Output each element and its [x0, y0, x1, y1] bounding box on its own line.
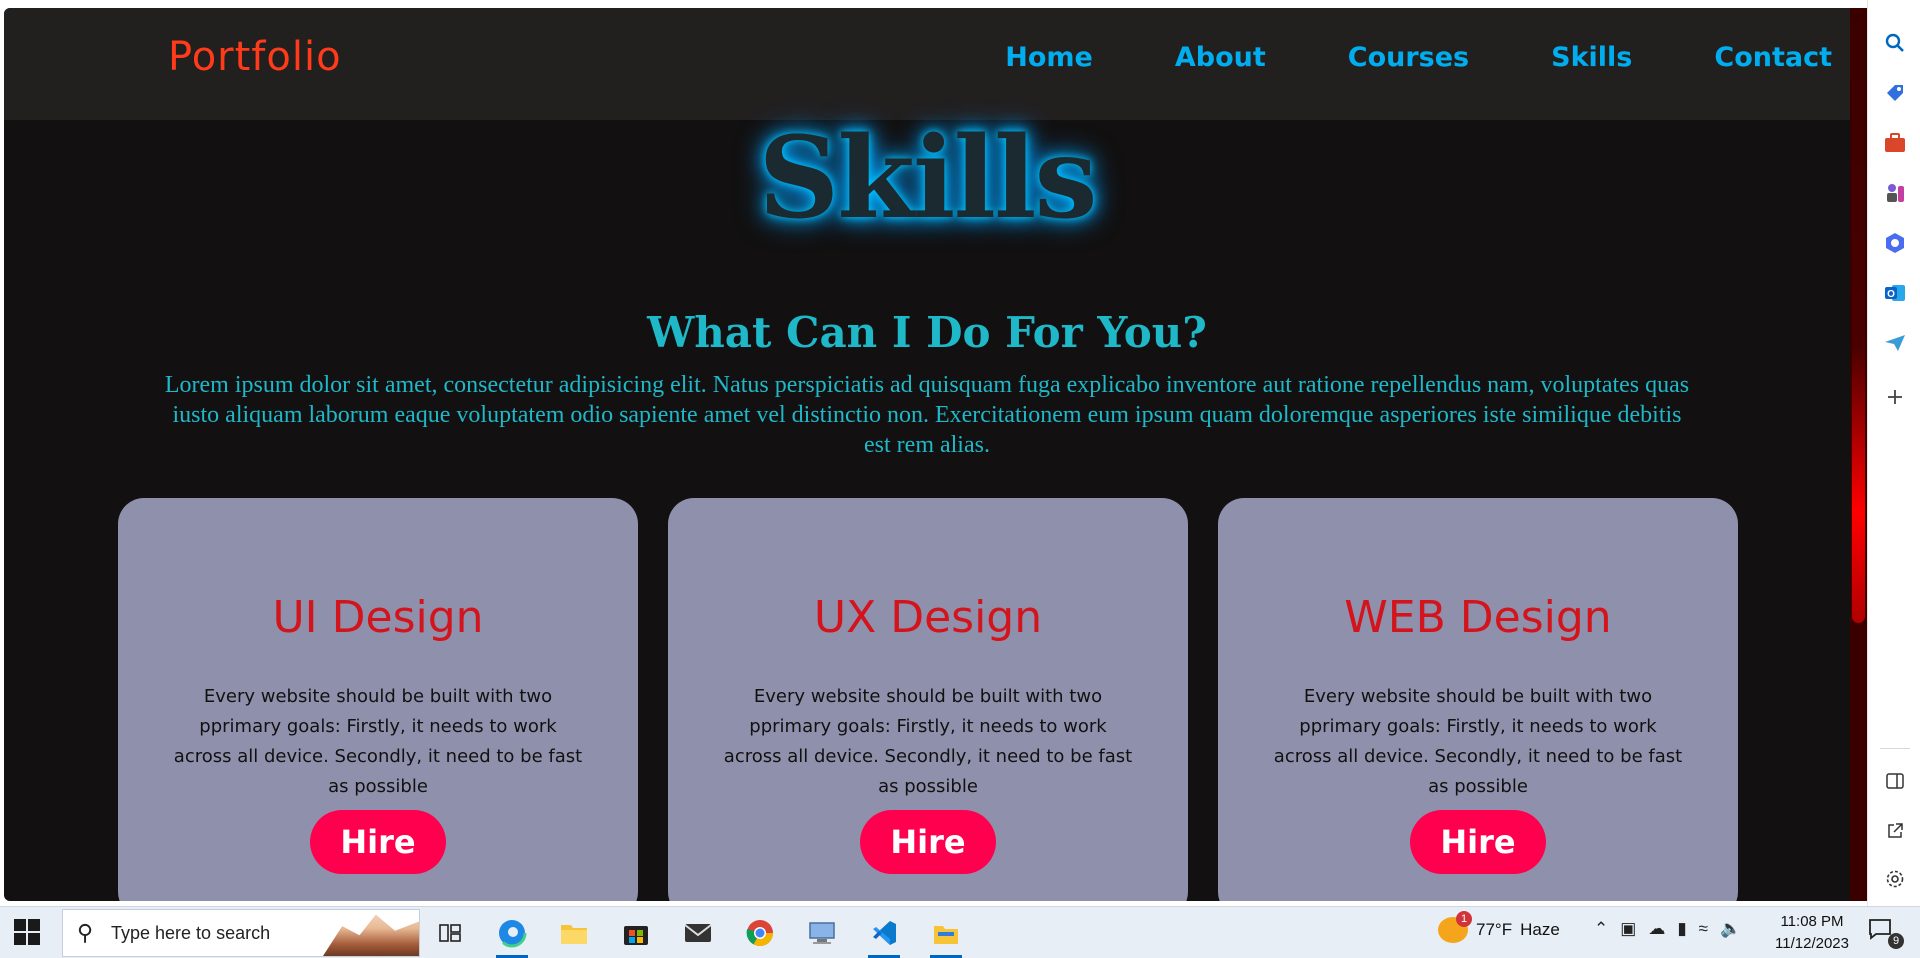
site-header: Portfolio Home About Courses Skills Cont…: [4, 8, 1850, 120]
external-icon[interactable]: [1882, 818, 1908, 844]
weather-condition: Haze: [1520, 920, 1560, 939]
hire-button[interactable]: Hire: [1410, 810, 1546, 874]
speaker-icon[interactable]: 🔈: [1720, 919, 1741, 939]
card-text: Every website should be built with two p…: [173, 686, 583, 797]
edge-icon[interactable]: [488, 911, 536, 958]
hire-button[interactable]: Hire: [860, 810, 996, 874]
notification-center-icon[interactable]: 9: [1868, 917, 1904, 949]
battery-icon[interactable]: ▮: [1677, 919, 1686, 939]
sidebar-divider: [1880, 748, 1910, 749]
card-text: Every website should be built with two p…: [723, 686, 1133, 797]
skills-intro: Lorem ipsum dolor sit amet, consectetur …: [164, 372, 1690, 458]
panel-icon[interactable]: [1882, 768, 1908, 794]
search-highlight-image: [323, 914, 419, 956]
mail-icon[interactable]: [674, 911, 722, 955]
nav-link-about[interactable]: About: [1175, 42, 1266, 73]
store-icon[interactable]: [612, 911, 660, 955]
site-logo[interactable]: Portfolio: [168, 34, 342, 80]
browser-viewport: Portfolio Home About Courses Skills Cont…: [4, 8, 1850, 901]
search-placeholder: Type here to search: [111, 923, 271, 943]
page-scrollbar[interactable]: [1850, 8, 1867, 901]
taskbar-clock[interactable]: 11:08 PM 11/12/2023: [1770, 911, 1854, 955]
hire-button[interactable]: Hire: [310, 810, 446, 874]
nav-link-courses[interactable]: Courses: [1348, 42, 1469, 73]
svg-text:O: O: [1887, 289, 1895, 300]
taskbar-search-box[interactable]: ⚲ Type here to search: [62, 909, 420, 957]
card-text: Every website should be built with two p…: [1273, 686, 1683, 797]
notification-count: 9: [1888, 933, 1904, 949]
computer-icon[interactable]: [798, 911, 846, 955]
add-icon[interactable]: [1882, 384, 1908, 410]
clock-time: 11:08 PM: [1780, 913, 1844, 930]
chevron-up-icon[interactable]: ⌃: [1594, 919, 1608, 939]
nav-link-home[interactable]: Home: [1005, 42, 1093, 73]
skill-card-web: WEB Design Every website should be built…: [1218, 498, 1738, 901]
system-tray: ⌃ ▣ ☁ ▮ ≈ 🔈: [1594, 919, 1741, 939]
skills-subtitle: What Can I Do For You?: [647, 308, 1207, 357]
weather-temp: 77°F: [1476, 920, 1513, 939]
search-icon[interactable]: [1882, 30, 1908, 56]
clock-date: 11/12/2023: [1775, 935, 1849, 952]
skills-heading: Skills: [758, 113, 1097, 244]
search-icon: ⚲: [77, 920, 94, 945]
folder-icon[interactable]: [922, 911, 970, 958]
card-title: WEB Design: [1344, 592, 1612, 643]
meet-icon[interactable]: ▣: [1620, 919, 1636, 939]
card-title: UX Design: [813, 592, 1043, 643]
skill-card-ux: UX Design Every website should be built …: [668, 498, 1188, 901]
file-explorer-icon[interactable]: [550, 911, 598, 955]
briefcase-icon[interactable]: [1882, 130, 1908, 156]
settings-icon[interactable]: [1882, 866, 1908, 892]
cloud-icon[interactable]: ☁: [1648, 919, 1665, 939]
chrome-icon[interactable]: [736, 911, 784, 955]
nav-link-skills[interactable]: Skills: [1551, 42, 1632, 73]
task-view-icon[interactable]: [426, 911, 474, 955]
wifi-icon[interactable]: ≈: [1699, 919, 1708, 939]
chess-icon[interactable]: [1882, 180, 1908, 206]
weather-icon: 1: [1438, 911, 1472, 943]
card-title: UI Design: [272, 592, 484, 643]
scrollbar-thumb[interactable]: [1852, 8, 1865, 623]
main-nav: Home About Courses Skills Contact: [1005, 42, 1832, 73]
outlook-icon[interactable]: O: [1882, 280, 1908, 306]
weather-badge: 1: [1456, 911, 1472, 927]
send-icon[interactable]: [1882, 330, 1908, 356]
tag-icon[interactable]: [1882, 80, 1908, 106]
vscode-icon[interactable]: [860, 911, 908, 958]
skill-card-ui: UI Design Every website should be built …: [118, 498, 638, 901]
browser-sidebar: O: [1867, 0, 1920, 906]
nav-link-contact[interactable]: Contact: [1714, 42, 1832, 73]
weather-widget[interactable]: 1 77°F Haze: [1438, 911, 1560, 943]
office-icon[interactable]: [1882, 230, 1908, 256]
windows-start-button[interactable]: [14, 919, 42, 947]
taskbar: ⚲ Type here to search 1 77°F Haze ⌃ ▣ ☁: [0, 906, 1920, 958]
